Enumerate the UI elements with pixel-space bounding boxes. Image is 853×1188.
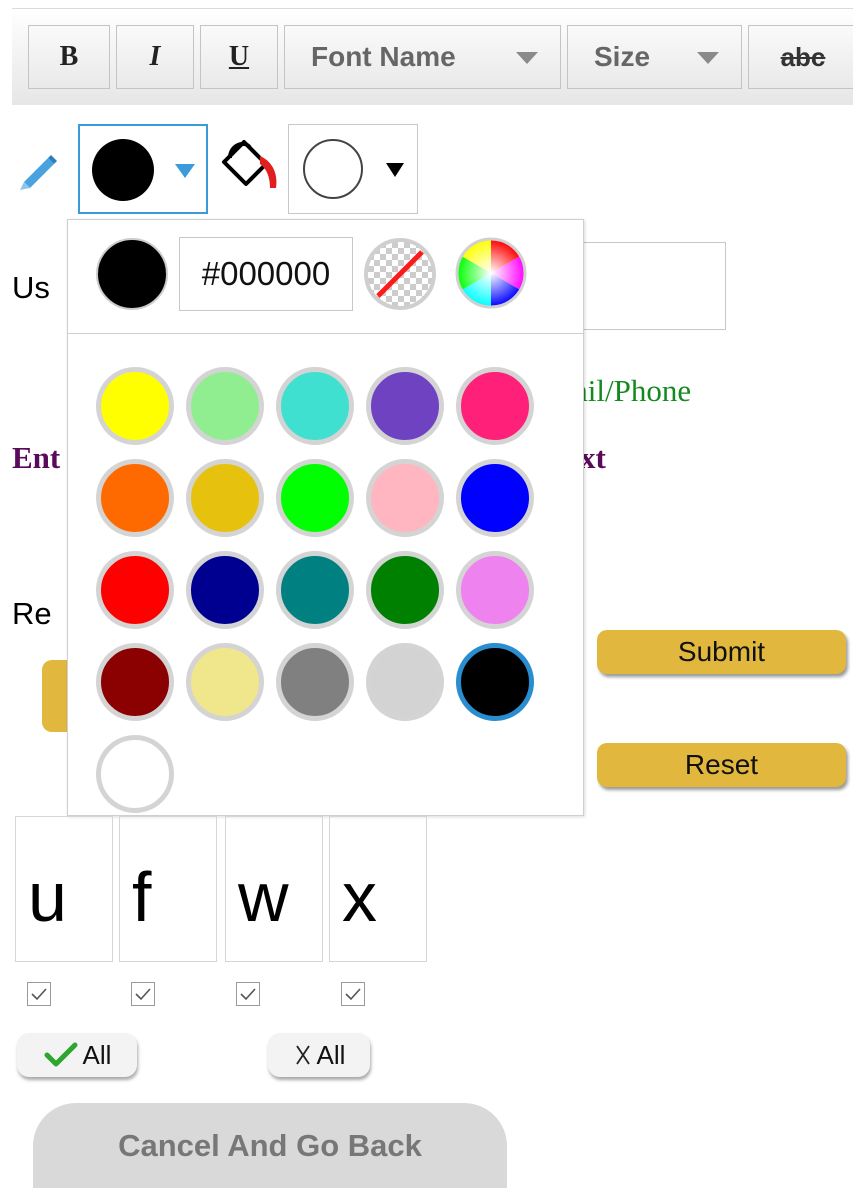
color-swatch[interactable] [96,459,174,537]
background-color-swatch [303,139,363,199]
color-swatch[interactable] [186,367,264,445]
color-swatch[interactable] [96,367,174,445]
font-size-label: Size [594,41,651,72]
tile-checkbox[interactable] [27,982,51,1006]
chevron-down-icon [386,163,404,177]
italic-button[interactable]: I [116,25,194,89]
char-tile: x [329,816,427,962]
x-icon [295,1045,310,1065]
color-swatch[interactable] [186,459,264,537]
checkmark-icon [240,988,256,1001]
hex-color-input[interactable]: #000000 [179,237,353,311]
underline-button[interactable]: U [200,25,278,89]
color-wheel-icon[interactable] [454,236,528,315]
color-swatch[interactable] [186,643,264,721]
text-color-swatch [92,139,154,201]
tile-checkbox[interactable] [131,982,155,1006]
pencil-icon [14,148,62,197]
color-swatch[interactable] [96,551,174,629]
background-color-select[interactable] [288,124,418,214]
email-phone-hint: ail/Phone [574,373,692,408]
color-swatch[interactable] [366,643,444,721]
char-tile-letter: f [132,858,152,936]
char-tile-letter: u [28,858,67,936]
current-color-swatch [96,238,168,310]
editor-toolbar: B I U Font Name Size abc [12,8,853,105]
chevron-down-icon [175,164,195,178]
color-swatch[interactable] [276,551,354,629]
strikethrough-button[interactable]: abc [748,25,853,89]
dropdown-arrow-icon [516,52,538,64]
color-swatch[interactable] [96,735,174,813]
green-check-icon [44,1042,78,1067]
color-swatch[interactable] [366,459,444,537]
result-label: Re [12,596,52,631]
char-tile: u [15,816,113,962]
paint-bucket-icon [216,132,282,207]
font-size-select[interactable]: Size [567,25,742,89]
dropdown-arrow-icon [697,52,719,64]
tile-checkbox[interactable] [341,982,365,1006]
font-name-label: Font Name [311,41,456,72]
user-label: Us [12,270,50,305]
palette-divider [68,333,583,334]
checkmark-icon [135,988,151,1001]
checkmark-icon [345,988,361,1001]
color-swatch[interactable] [276,367,354,445]
check-all-label: All [82,1039,112,1070]
char-tile-letter: x [342,858,377,936]
submit-button[interactable]: Submit [597,630,846,674]
color-swatch[interactable] [276,459,354,537]
reset-button[interactable]: Reset [597,743,846,787]
tile-checkbox[interactable] [236,982,260,1006]
color-swatch[interactable] [366,367,444,445]
uncheck-all-label: All [316,1039,346,1070]
char-tile: w [225,816,323,962]
color-swatch[interactable] [456,459,534,537]
checkmark-icon [31,988,47,1001]
color-swatch[interactable] [96,643,174,721]
no-color-icon[interactable] [362,236,438,317]
check-all-button[interactable]: All [17,1033,137,1077]
uncheck-all-button[interactable]: All [268,1033,370,1077]
cancel-and-go-back-button[interactable]: Cancel And Go Back [33,1103,507,1188]
color-swatch[interactable] [456,643,534,721]
color-swatch[interactable] [186,551,264,629]
user-input[interactable] [578,242,726,330]
char-tile-letter: w [238,858,289,936]
color-swatch[interactable] [366,551,444,629]
color-swatch[interactable] [456,551,534,629]
bold-button[interactable]: B [28,25,110,89]
char-tile: f [119,816,217,962]
color-swatch[interactable] [276,643,354,721]
color-swatch[interactable] [456,367,534,445]
text-color-select[interactable] [78,124,208,214]
font-name-select[interactable]: Font Name [284,25,561,89]
color-palette-popup: #000000 [67,219,584,816]
enter-text-hint-left: Ent [12,440,61,475]
